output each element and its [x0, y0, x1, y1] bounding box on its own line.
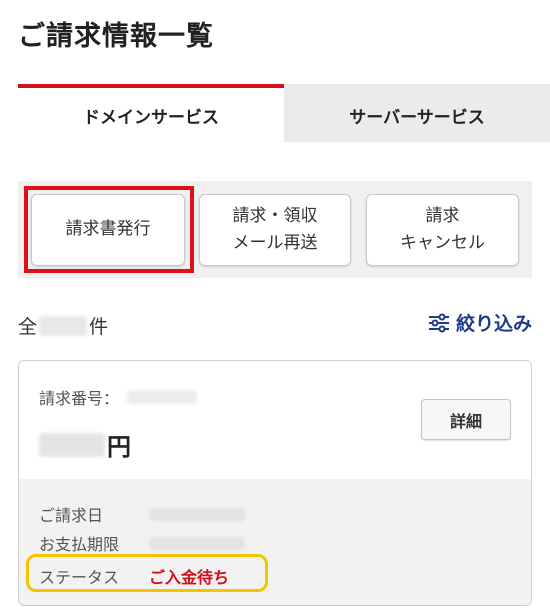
filter-button[interactable]: 絞り込み: [428, 309, 532, 336]
billing-date-row: ご請求日: [39, 502, 245, 526]
page-title: ご請求情報一覧: [18, 21, 214, 52]
redacted-invoice-number: [127, 390, 198, 404]
payment-deadline-label: お支払期限: [39, 535, 120, 554]
issue-invoice-highlight: [24, 186, 194, 273]
redacted-count: [39, 315, 88, 336]
redacted-payment-deadline: [149, 536, 245, 550]
service-tabs: ドメインサービス サーバーサービス: [18, 84, 550, 142]
redacted-billing-date: [149, 507, 245, 521]
cancel-invoice-label-line2: キャンセル: [400, 233, 485, 253]
tab-server-service[interactable]: サーバーサービス: [284, 84, 550, 142]
invoice-card: 請求番号： 円 詳細 ご請求日 お支払期限 ステータス ご入金待ち: [18, 360, 532, 606]
cancel-invoice-button[interactable]: 請求 キャンセル: [366, 194, 519, 266]
invoice-number: 請求番号：: [39, 385, 198, 409]
resend-email-label-line1: 請求・領収: [232, 205, 318, 226]
amount-currency: 円: [107, 433, 131, 461]
redacted-amount: [39, 432, 105, 457]
tab-domain-service[interactable]: ドメインサービス: [18, 84, 284, 142]
detail-button[interactable]: 詳細: [421, 399, 511, 440]
cancel-invoice-label-line1: 請求: [425, 205, 460, 226]
result-count: 全 件: [18, 312, 108, 339]
count-suffix: 件: [89, 316, 109, 338]
sliders-icon: [428, 313, 449, 332]
invoice-amount: 円: [39, 427, 131, 462]
billing-date-label: ご請求日: [39, 506, 104, 525]
resend-email-button[interactable]: 請求・領収 メール再送: [199, 194, 351, 266]
filter-label: 絞り込み: [455, 313, 532, 335]
status-highlight: [26, 554, 268, 592]
count-prefix: 全: [18, 316, 38, 338]
resend-email-label-line2: メール再送: [232, 233, 318, 253]
invoice-number-label: 請求番号：: [39, 389, 120, 408]
payment-deadline-row: お支払期限: [39, 531, 245, 555]
